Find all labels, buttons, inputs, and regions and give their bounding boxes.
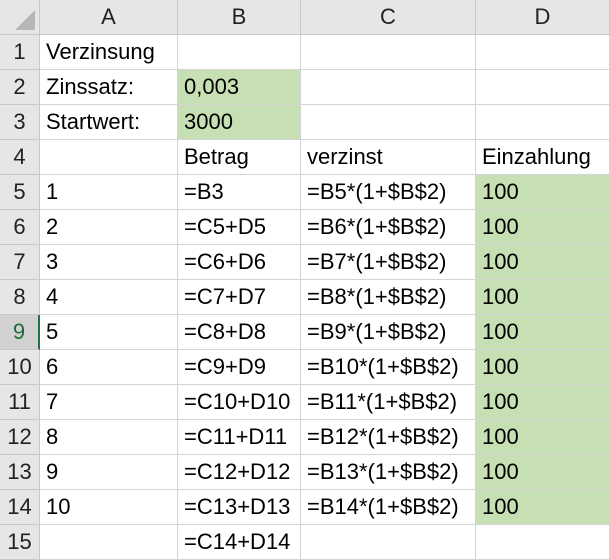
row-header-11[interactable]: 11 [0, 385, 40, 420]
row-header-13[interactable]: 13 [0, 455, 40, 490]
cell-c2[interactable] [301, 70, 476, 105]
cell-d9[interactable]: 100 [476, 315, 610, 350]
cell-c6[interactable]: =B6*(1+$B$2) [301, 210, 476, 245]
cell-b7[interactable]: =C6+D6 [178, 245, 301, 280]
cell-d6[interactable]: 100 [476, 210, 610, 245]
cell-c12[interactable]: =B12*(1+$B$2) [301, 420, 476, 455]
cell-b8[interactable]: =C7+D7 [178, 280, 301, 315]
cell-c15[interactable] [301, 525, 476, 560]
cell-c10[interactable]: =B10*(1+$B$2) [301, 350, 476, 385]
cell-a8[interactable]: 4 [40, 280, 178, 315]
select-all-triangle-icon [15, 10, 35, 30]
column-header-b[interactable]: B [178, 0, 301, 35]
cell-d2[interactable] [476, 70, 610, 105]
cell-a10[interactable]: 6 [40, 350, 178, 385]
row-header-8[interactable]: 8 [0, 280, 40, 315]
cell-d8[interactable]: 100 [476, 280, 610, 315]
cell-c11[interactable]: =B11*(1+$B$2) [301, 385, 476, 420]
column-header-a[interactable]: A [40, 0, 178, 35]
cell-c14[interactable]: =B14*(1+$B$2) [301, 490, 476, 525]
cell-c5[interactable]: =B5*(1+$B$2) [301, 175, 476, 210]
cell-c7[interactable]: =B7*(1+$B$2) [301, 245, 476, 280]
cell-a11[interactable]: 7 [40, 385, 178, 420]
cell-c4[interactable]: verzinst [301, 140, 476, 175]
cell-a7[interactable]: 3 [40, 245, 178, 280]
cell-a2[interactable]: Zinssatz: [40, 70, 178, 105]
cell-d12[interactable]: 100 [476, 420, 610, 455]
cell-d13[interactable]: 100 [476, 455, 610, 490]
spreadsheet-grid[interactable]: ABCD 1 2 3 4 5 6 7 8 9 10 11 12 13 14 15 Verzinsung Zin… [0, 0, 610, 560]
cell-a1[interactable]: Verzinsung [40, 35, 178, 70]
row-header-10[interactable]: 10 [0, 350, 40, 385]
cell-a6[interactable]: 2 [40, 210, 178, 245]
cell-c1[interactable] [301, 35, 476, 70]
cell-b5[interactable]: =B3 [178, 175, 301, 210]
cell-a15[interactable] [40, 525, 178, 560]
row-header-9[interactable]: 9 [0, 315, 40, 350]
cell-b3[interactable]: 3000 [178, 105, 301, 140]
cell-d10[interactable]: 100 [476, 350, 610, 385]
row-header-5[interactable]: 5 [0, 175, 40, 210]
cell-b4[interactable]: Betrag [178, 140, 301, 175]
cell-a5[interactable]: 1 [40, 175, 178, 210]
cell-a9[interactable]: 5 [40, 315, 178, 350]
cell-b9[interactable]: =C8+D8 [178, 315, 301, 350]
column-header-c[interactable]: C [301, 0, 476, 35]
cell-a4[interactable] [40, 140, 178, 175]
row-header-14[interactable]: 14 [0, 490, 40, 525]
cell-b1[interactable] [178, 35, 301, 70]
cell-a12[interactable]: 8 [40, 420, 178, 455]
cell-c3[interactable] [301, 105, 476, 140]
row-header-7[interactable]: 7 [0, 245, 40, 280]
cell-a3[interactable]: Startwert: [40, 105, 178, 140]
cell-b6[interactable]: =C5+D5 [178, 210, 301, 245]
cell-d15[interactable] [476, 525, 610, 560]
row-header-3[interactable]: 3 [0, 105, 40, 140]
row-header-12[interactable]: 12 [0, 420, 40, 455]
cell-b2[interactable]: 0,003 [178, 70, 301, 105]
cell-d1[interactable] [476, 35, 610, 70]
cell-b14[interactable]: =C13+D13 [178, 490, 301, 525]
cell-d11[interactable]: 100 [476, 385, 610, 420]
cell-c13[interactable]: =B13*(1+$B$2) [301, 455, 476, 490]
cell-d7[interactable]: 100 [476, 245, 610, 280]
column-header-d[interactable]: D [476, 0, 610, 35]
row-header-6[interactable]: 6 [0, 210, 40, 245]
cell-d14[interactable]: 100 [476, 490, 610, 525]
cell-b11[interactable]: =C10+D10 [178, 385, 301, 420]
cell-d4[interactable]: Einzahlung [476, 140, 610, 175]
cell-c8[interactable]: =B8*(1+$B$2) [301, 280, 476, 315]
cell-d3[interactable] [476, 105, 610, 140]
row-header-4[interactable]: 4 [0, 140, 40, 175]
select-all-corner[interactable] [0, 0, 40, 35]
cell-a14[interactable]: 10 [40, 490, 178, 525]
cell-a13[interactable]: 9 [40, 455, 178, 490]
cell-b15[interactable]: =C14+D14 [178, 525, 301, 560]
row-header-2[interactable]: 2 [0, 70, 40, 105]
cell-b12[interactable]: =C11+D11 [178, 420, 301, 455]
cell-d5[interactable]: 100 [476, 175, 610, 210]
cell-b13[interactable]: =C12+D12 [178, 455, 301, 490]
row-header-15[interactable]: 15 [0, 525, 40, 560]
row-header-1[interactable]: 1 [0, 35, 40, 70]
cell-c9[interactable]: =B9*(1+$B$2) [301, 315, 476, 350]
cell-b10[interactable]: =C9+D9 [178, 350, 301, 385]
